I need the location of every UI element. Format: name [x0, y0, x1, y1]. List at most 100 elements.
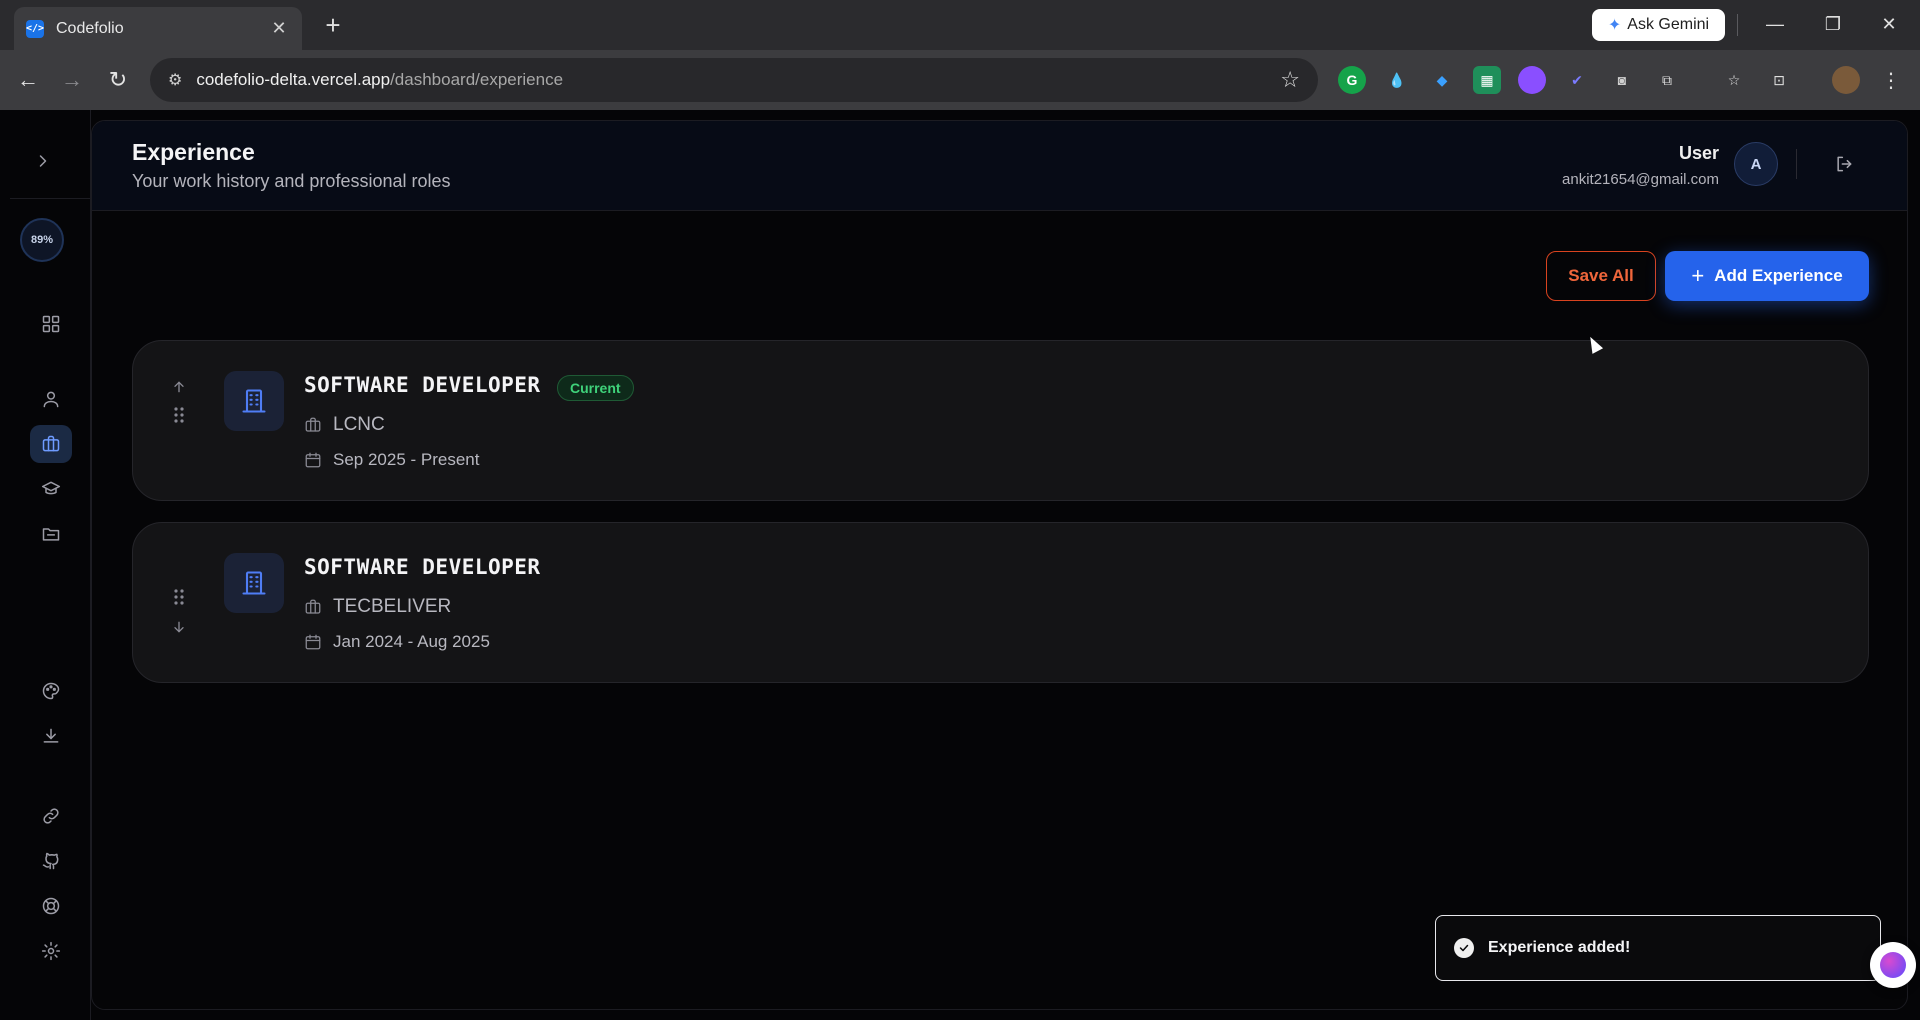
browser-tab-bar: </> Codefolio ✕ + ✦ Ask Gemini — ❐ ✕	[0, 0, 1920, 50]
toast-message: Experience added!	[1488, 939, 1631, 956]
drop-extension-icon[interactable]: 💧	[1383, 66, 1411, 94]
new-tab-button[interactable]: +	[318, 10, 348, 40]
github-icon	[42, 852, 59, 870]
building-icon	[242, 389, 266, 413]
sidebar-item-experience[interactable]	[30, 425, 72, 463]
address-bar[interactable]: ⚙ codefolio-delta.vercel.app /dashboard/…	[150, 58, 1318, 102]
move-down-button[interactable]	[169, 617, 189, 637]
plus-icon: +	[1691, 263, 1705, 288]
profile-avatar-icon[interactable]	[1832, 66, 1860, 94]
briefcase-icon	[305, 599, 321, 614]
company-row: TECBELIVER	[304, 596, 451, 618]
dates-row: Jan 2024 - Aug 2025	[304, 632, 490, 652]
logout-icon	[1837, 156, 1852, 172]
company-row: LCNC	[304, 414, 385, 436]
sidebar-item-help[interactable]	[30, 887, 72, 925]
side-panel-search-icon[interactable]: ⊡	[1765, 66, 1793, 94]
sidebar: 89%	[0, 110, 91, 1020]
check-circle-icon	[1454, 938, 1474, 958]
projects-folder-icon	[42, 528, 60, 541]
move-up-button[interactable]	[169, 377, 189, 397]
grammarly-extension-icon[interactable]: G	[1338, 66, 1366, 94]
company-logo	[224, 371, 284, 431]
arrow-up-icon	[174, 381, 184, 393]
grip-dots-icon	[174, 589, 184, 605]
page-subtitle: Your work history and professional roles	[132, 171, 451, 191]
header-divider	[1796, 149, 1797, 179]
building-icon	[242, 571, 266, 595]
sidebar-item-github[interactable]	[30, 842, 72, 880]
ask-gemini-button[interactable]: ✦ Ask Gemini	[1592, 9, 1725, 41]
sidebar-item-links[interactable]	[30, 797, 72, 835]
help-icon	[42, 897, 60, 915]
profile-icon	[43, 391, 59, 408]
gemini-sparkle-icon: ✦	[1607, 17, 1622, 34]
page-header: Experience Your work history and profess…	[92, 121, 1907, 211]
ask-gemini-label: Ask Gemini	[1627, 16, 1710, 33]
briefcase-icon	[305, 417, 321, 432]
date-range: Jan 2024 - Aug 2025	[333, 632, 490, 651]
sidebar-item-education[interactable]	[30, 470, 72, 508]
toast-notification: Experience added!	[1435, 915, 1881, 981]
extensions-puzzle-icon[interactable]: ⧉	[1653, 66, 1681, 94]
minimize-window-button[interactable]: —	[1752, 8, 1798, 40]
sidebar-item-profile[interactable]	[30, 380, 72, 418]
check-extension-icon[interactable]: ✔	[1563, 66, 1591, 94]
calendar-icon	[305, 634, 321, 650]
tab-title: Codefolio	[56, 19, 124, 37]
assistant-float-button[interactable]	[1870, 942, 1916, 988]
back-arrow-icon[interactable]: ←	[12, 64, 44, 96]
diamond-extension-icon[interactable]: ◆	[1428, 66, 1456, 94]
company-logo	[224, 553, 284, 613]
sidebar-divider	[10, 198, 90, 199]
bookmark-star-icon[interactable]: ☆	[1280, 67, 1300, 93]
palette-icon	[42, 682, 60, 700]
page-title: Experience	[132, 139, 255, 165]
sidebar-item-dashboard[interactable]	[30, 305, 72, 343]
url-host: codefolio-delta.vercel.app	[196, 70, 391, 89]
add-experience-label: Add Experience	[1714, 266, 1843, 285]
date-range: Sep 2025 - Present	[333, 450, 480, 469]
browser-menu-icon[interactable]: ⋮	[1877, 66, 1905, 94]
toolbar-divider	[1737, 14, 1738, 36]
add-experience-button[interactable]: + Add Experience	[1665, 251, 1869, 301]
arrow-down-icon	[174, 621, 184, 633]
graduation-cap-icon	[41, 481, 61, 495]
sidebar-item-settings[interactable]	[30, 932, 72, 970]
sidebar-item-download[interactable]	[30, 717, 72, 755]
sheet-extension-icon[interactable]: ▦	[1473, 66, 1501, 94]
briefcase-icon	[42, 435, 60, 452]
close-window-button[interactable]: ✕	[1866, 8, 1912, 40]
main-panel: Experience Your work history and profess…	[91, 120, 1908, 1010]
reading-list-icon[interactable]: ☆	[1720, 66, 1748, 94]
site-settings-icon[interactable]: ⚙	[168, 70, 182, 90]
ai-brain-extension-icon[interactable]	[1518, 66, 1546, 94]
browser-nav-bar: ← → ↻ ⚙ codefolio-delta.vercel.app /dash…	[0, 50, 1920, 110]
drag-handle[interactable]	[171, 588, 187, 606]
dates-row: Sep 2025 - Present	[304, 450, 479, 470]
sidebar-item-projects[interactable]	[30, 515, 72, 553]
user-name: User	[1678, 143, 1719, 163]
forward-arrow-icon[interactable]: →	[56, 64, 88, 96]
grip-dots-icon	[174, 407, 184, 423]
browser-tab-codefolio[interactable]: </> Codefolio ✕	[14, 7, 302, 50]
restore-window-button[interactable]: ❐	[1810, 8, 1856, 40]
sidebar-item-theme[interactable]	[30, 672, 72, 710]
logout-button[interactable]	[1829, 149, 1859, 179]
save-all-button[interactable]: Save All	[1546, 251, 1656, 301]
experience-card[interactable]: SOFTWARE DEVELOPER Current LCNC Sep 2025…	[132, 340, 1869, 501]
settings-icon	[41, 941, 61, 961]
codefolio-favicon-icon: </>	[26, 19, 44, 38]
tab-close-button[interactable]: ✕	[268, 18, 290, 39]
current-badge: Current	[557, 375, 634, 401]
camera-extension-icon[interactable]: ◙	[1608, 66, 1636, 94]
reload-icon[interactable]: ↻	[102, 64, 134, 96]
dashboard-icon	[42, 315, 60, 333]
sidebar-expand-button[interactable]	[22, 142, 64, 180]
link-icon	[43, 808, 59, 824]
avatar[interactable]: A	[1734, 142, 1778, 186]
experience-card[interactable]: SOFTWARE DEVELOPER TECBELIVER Jan 2024 -…	[132, 522, 1869, 683]
profile-completion-badge: 89%	[20, 218, 64, 262]
drag-handle[interactable]	[171, 406, 187, 424]
download-icon	[43, 728, 59, 743]
